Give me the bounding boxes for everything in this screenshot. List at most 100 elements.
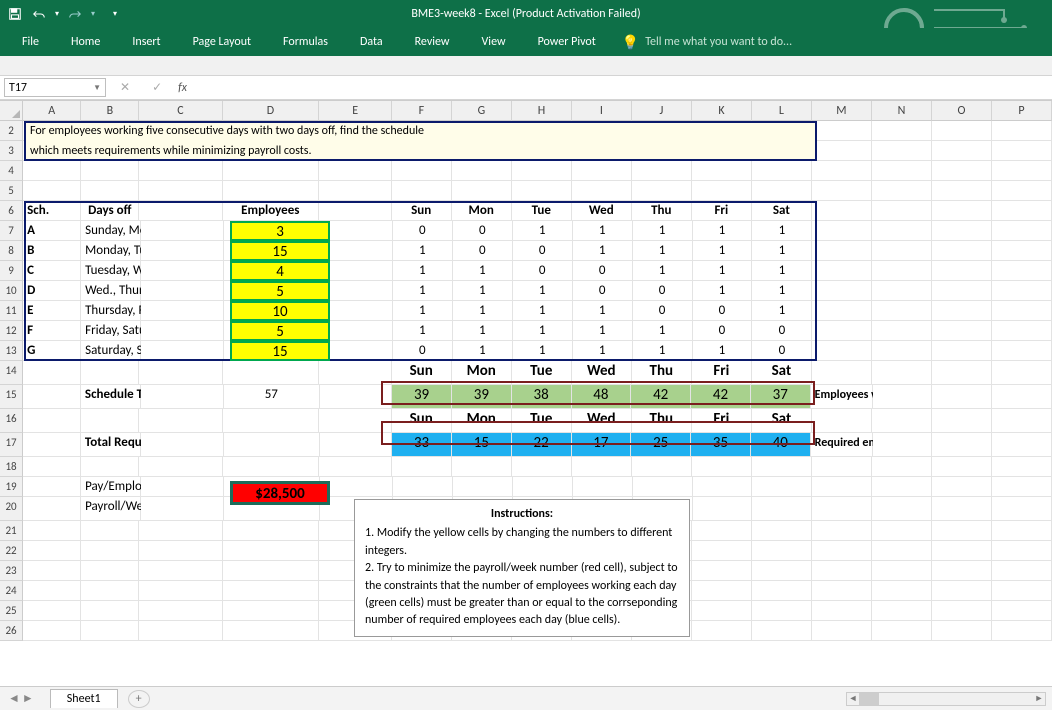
- cell[interactable]: 39: [392, 385, 452, 409]
- cell[interactable]: Thu: [632, 409, 692, 433]
- cell[interactable]: [141, 433, 224, 457]
- row-header[interactable]: 24: [0, 581, 23, 601]
- cell[interactable]: [223, 541, 320, 561]
- row-header[interactable]: 25: [0, 601, 23, 621]
- cell[interactable]: [81, 541, 139, 561]
- cell[interactable]: [81, 181, 139, 201]
- cell[interactable]: [632, 161, 692, 181]
- cell[interactable]: [932, 541, 992, 561]
- row-header[interactable]: 15: [0, 385, 23, 409]
- cell[interactable]: [693, 477, 753, 497]
- row-header[interactable]: 5: [0, 181, 23, 201]
- cell[interactable]: Tue: [512, 361, 572, 385]
- cell[interactable]: [872, 301, 932, 321]
- cell[interactable]: 1: [752, 261, 812, 281]
- cell[interactable]: Tue: [512, 201, 572, 221]
- cell[interactable]: 33: [392, 433, 452, 457]
- cell[interactable]: [320, 261, 392, 281]
- cell[interactable]: [512, 457, 572, 477]
- row-header[interactable]: 13: [0, 341, 23, 361]
- cell[interactable]: [320, 281, 392, 301]
- cell[interactable]: [932, 221, 992, 241]
- cell[interactable]: [320, 221, 392, 241]
- cell[interactable]: [872, 477, 932, 497]
- cell[interactable]: [319, 361, 392, 385]
- cell[interactable]: [872, 497, 932, 521]
- row-header[interactable]: 6: [0, 201, 23, 221]
- cell[interactable]: [23, 361, 81, 385]
- cell[interactable]: [223, 561, 320, 581]
- cell[interactable]: 1: [633, 241, 693, 261]
- cell[interactable]: [872, 141, 932, 161]
- cell[interactable]: [81, 409, 139, 433]
- cell[interactable]: [139, 361, 222, 385]
- cell[interactable]: 1: [573, 241, 633, 261]
- cell[interactable]: [139, 561, 222, 581]
- cell[interactable]: [812, 477, 872, 497]
- col-header[interactable]: J: [632, 101, 692, 121]
- cell[interactable]: [932, 521, 992, 541]
- cell[interactable]: [752, 141, 812, 161]
- cell[interactable]: 1: [453, 341, 513, 361]
- cell[interactable]: 1: [752, 241, 812, 261]
- cell[interactable]: [992, 521, 1052, 541]
- cell[interactable]: [512, 141, 572, 161]
- cell[interactable]: Tue: [512, 409, 572, 433]
- cell[interactable]: [81, 457, 139, 477]
- cell[interactable]: [572, 457, 632, 477]
- col-header[interactable]: L: [752, 101, 812, 121]
- cell[interactable]: [812, 301, 872, 321]
- cell[interactable]: Sun: [392, 361, 452, 385]
- cell[interactable]: 1: [573, 341, 633, 361]
- cell[interactable]: [812, 281, 872, 301]
- cell[interactable]: [992, 261, 1052, 281]
- cell[interactable]: 0: [693, 301, 753, 321]
- col-header[interactable]: I: [572, 101, 632, 121]
- cell[interactable]: [692, 141, 752, 161]
- cell[interactable]: [932, 385, 992, 409]
- cell[interactable]: [141, 241, 224, 261]
- cell[interactable]: [812, 341, 872, 361]
- row-header[interactable]: 2: [0, 121, 23, 141]
- cell[interactable]: 1: [393, 281, 453, 301]
- cell[interactable]: [812, 361, 872, 385]
- cell[interactable]: [932, 457, 992, 477]
- row-header[interactable]: 4: [0, 161, 23, 181]
- cell[interactable]: [693, 497, 753, 521]
- cell[interactable]: [223, 581, 320, 601]
- cell[interactable]: 1: [573, 321, 633, 341]
- cell[interactable]: Wed: [572, 361, 632, 385]
- cell[interactable]: [992, 221, 1052, 241]
- cell[interactable]: Fri: [692, 201, 752, 221]
- cell[interactable]: 1: [633, 321, 693, 341]
- cell[interactable]: [812, 521, 872, 541]
- cell[interactable]: [23, 541, 81, 561]
- cell[interactable]: A: [23, 221, 81, 241]
- cell[interactable]: [81, 601, 139, 621]
- cell[interactable]: [872, 261, 932, 281]
- cell[interactable]: 1: [393, 321, 453, 341]
- cell[interactable]: Sat: [752, 201, 812, 221]
- cell[interactable]: [992, 457, 1052, 477]
- cell[interactable]: [872, 281, 932, 301]
- cell[interactable]: [81, 521, 139, 541]
- cell[interactable]: [872, 621, 932, 641]
- cell[interactable]: [320, 433, 392, 457]
- cell[interactable]: [752, 181, 812, 201]
- cell[interactable]: [812, 181, 872, 201]
- cell[interactable]: 1: [633, 261, 693, 281]
- cell[interactable]: [572, 121, 632, 141]
- cell[interactable]: [139, 581, 222, 601]
- cell[interactable]: [452, 121, 512, 141]
- col-header[interactable]: P: [992, 101, 1052, 121]
- sheet-nav-arrows[interactable]: ◄ ►: [0, 691, 42, 706]
- redo-icon[interactable]: [64, 4, 86, 24]
- cell[interactable]: [512, 121, 572, 141]
- cell[interactable]: [513, 477, 573, 497]
- row-header[interactable]: 22: [0, 541, 23, 561]
- cell[interactable]: [752, 581, 812, 601]
- cell[interactable]: G: [23, 341, 81, 361]
- col-header[interactable]: A: [23, 101, 81, 121]
- cell[interactable]: [632, 121, 692, 141]
- row-header[interactable]: 19: [0, 477, 23, 497]
